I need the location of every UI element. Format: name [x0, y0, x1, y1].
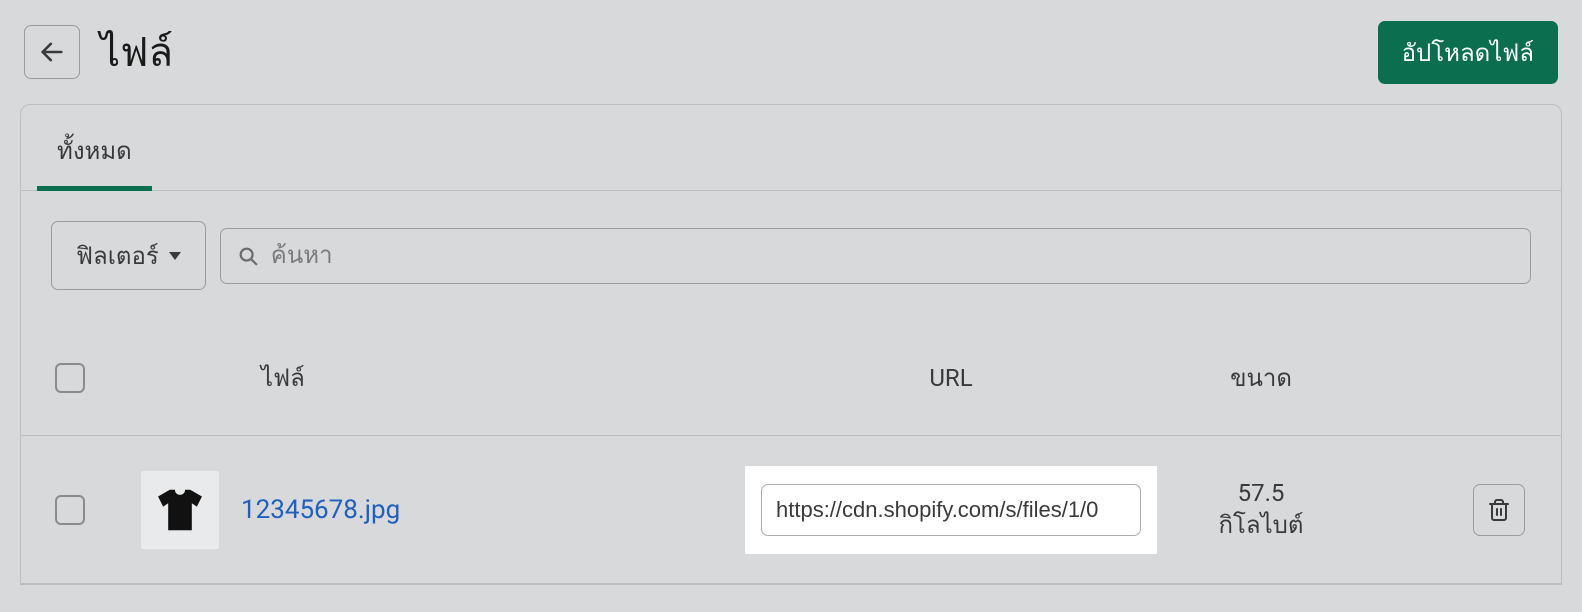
tab-all[interactable]: ทั้งหมด	[37, 105, 152, 190]
column-header-size: ขนาด	[1161, 358, 1361, 397]
search-field-wrap[interactable]	[220, 228, 1531, 284]
page-title: ไฟล์	[100, 20, 1358, 84]
tabs-row: ทั้งหมด	[21, 105, 1561, 191]
filter-button[interactable]: ฟิลเตอร์	[51, 221, 206, 290]
select-all-checkbox[interactable]	[55, 363, 85, 393]
file-size-text: 57.5 กิโลไบต์	[1218, 478, 1303, 540]
table-row: 12345678.jpg 57.5 กิโลไบต์	[21, 436, 1561, 584]
url-input[interactable]	[761, 484, 1141, 536]
search-icon	[237, 245, 259, 267]
delete-button[interactable]	[1473, 484, 1525, 536]
arrow-left-icon	[38, 38, 66, 66]
column-header-file: ไฟล์	[141, 358, 741, 397]
table-header: ไฟล์ URL ขนาด	[21, 320, 1561, 436]
row-checkbox[interactable]	[55, 495, 85, 525]
filter-label: ฟิลเตอร์	[76, 236, 159, 275]
back-button[interactable]	[24, 25, 80, 79]
trash-icon	[1487, 498, 1511, 522]
file-name-link[interactable]: 12345678.jpg	[241, 495, 400, 525]
content-panel: ทั้งหมด ฟิลเตอร์ ไฟล์ URL ขนาด 12345678.…	[20, 104, 1562, 585]
file-thumbnail[interactable]	[141, 471, 219, 549]
toolbar: ฟิลเตอร์	[21, 191, 1561, 320]
page-header: ไฟล์ อัปโหลดไฟล์	[0, 0, 1582, 104]
upload-button[interactable]: อัปโหลดไฟล์	[1378, 21, 1558, 84]
tshirt-icon	[153, 483, 207, 537]
column-header-url: URL	[741, 364, 1161, 392]
url-highlight	[745, 466, 1157, 554]
search-input[interactable]	[259, 242, 1514, 270]
caret-down-icon	[169, 252, 181, 260]
